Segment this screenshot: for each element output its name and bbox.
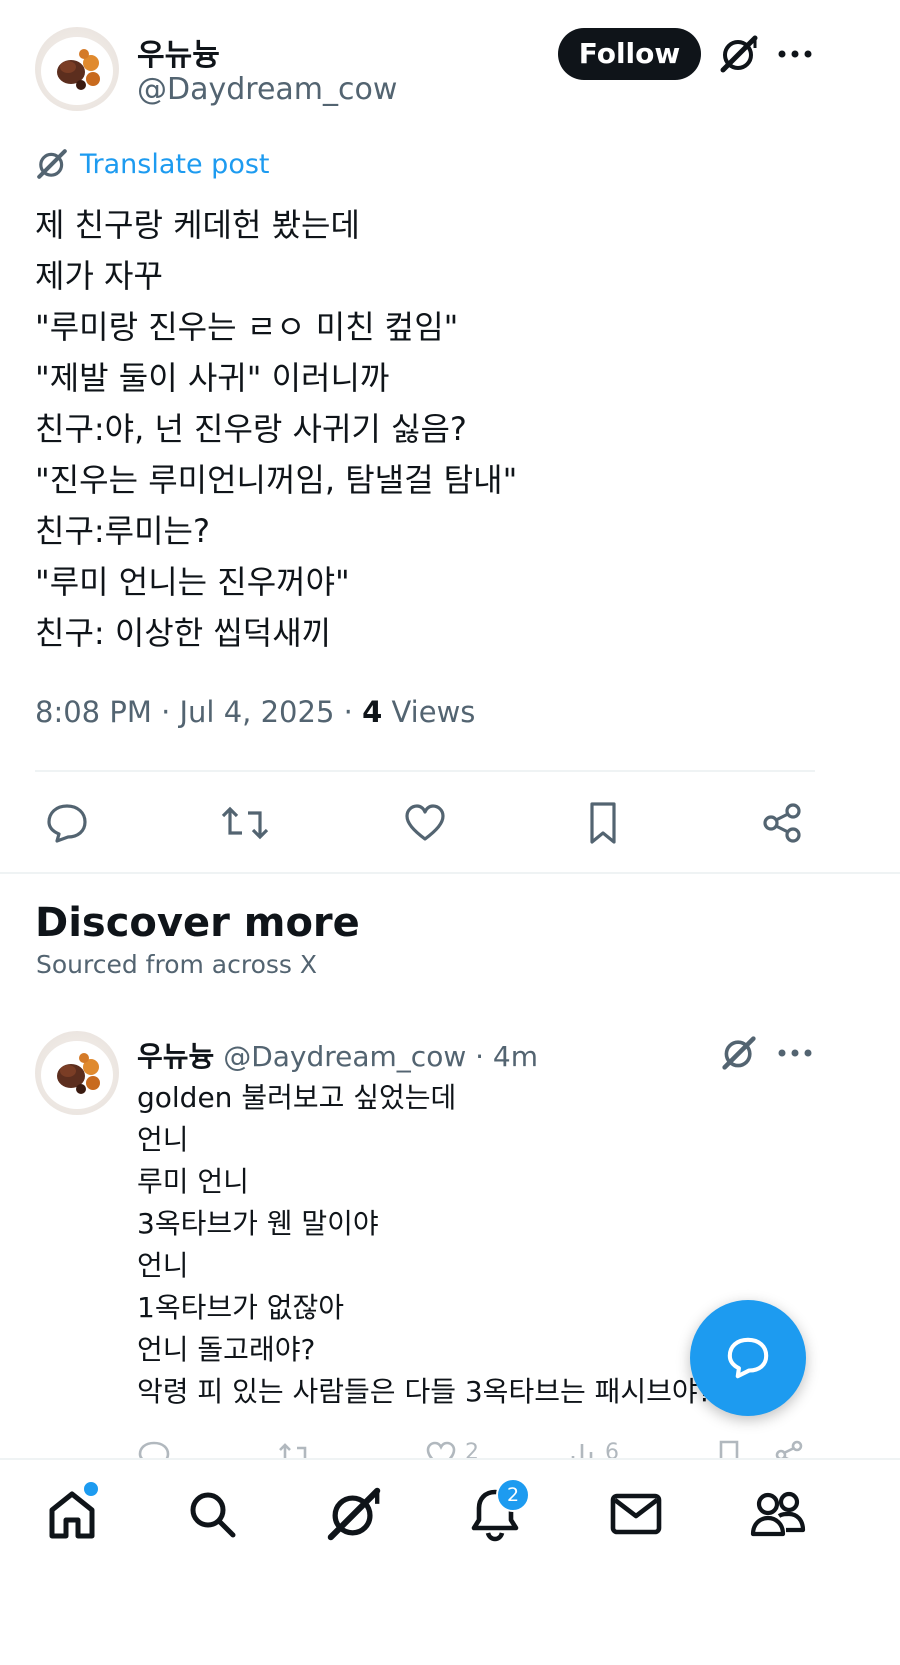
- section-divider: [0, 872, 900, 874]
- reply-time: · 4m: [466, 1040, 539, 1073]
- nav-search[interactable]: [180, 1482, 244, 1546]
- post-line: 제 친구랑 케데헌 봤는데: [35, 206, 360, 244]
- reply-author-avatar[interactable]: [35, 1031, 119, 1115]
- reply-grok-icon[interactable]: [718, 1034, 760, 1072]
- communities-icon: [750, 1491, 806, 1537]
- bottom-navigation: 2: [0, 1458, 900, 1665]
- reply-more-icon[interactable]: [775, 1036, 815, 1070]
- post-line: 제가 자꾸: [35, 257, 163, 295]
- notifications-badge: 2: [496, 1478, 530, 1512]
- search-icon: [190, 1492, 236, 1538]
- chat-bubble-icon: [723, 1333, 773, 1383]
- share-icon[interactable]: [757, 798, 807, 848]
- nav-communities[interactable]: [746, 1482, 810, 1546]
- divider: [35, 770, 815, 772]
- author-handle[interactable]: @Daydream_cow: [137, 72, 397, 107]
- post-timestamp[interactable]: 8:08 PM · Jul 4, 2025 ·: [35, 695, 362, 729]
- reply-author-name[interactable]: 우뉴늉: [137, 1040, 214, 1073]
- post-line: 친구: 이상한 씹덕새끼: [35, 614, 332, 652]
- reply-author-handle[interactable]: @Daydream_cow: [223, 1040, 466, 1073]
- reply-line: 1옥타브가 없잖아: [137, 1291, 345, 1324]
- home-unread-dot: [82, 1480, 100, 1498]
- nav-grok[interactable]: [322, 1482, 386, 1546]
- translate-icon: [36, 148, 68, 180]
- translate-post-link[interactable]: Translate post: [36, 148, 270, 180]
- compose-reply-button[interactable]: [690, 1300, 806, 1416]
- post-line: 친구:루미는?: [35, 512, 210, 550]
- post-line: "루미 언니는 진우꺼야": [35, 563, 350, 601]
- post-line: "루미랑 진우는 ㄹㅇ 미친 컾임": [35, 308, 459, 346]
- messages-icon: [610, 1493, 662, 1535]
- grok-icon: [327, 1487, 381, 1541]
- like-icon[interactable]: [400, 798, 450, 848]
- repost-icon[interactable]: [219, 798, 271, 848]
- bookmark-icon[interactable]: [578, 798, 628, 848]
- grok-icon[interactable]: [716, 34, 762, 74]
- views-label: Views: [382, 695, 476, 729]
- author-name[interactable]: 우뉴늉: [137, 30, 220, 74]
- discover-title: Discover more: [35, 900, 360, 946]
- more-options-icon[interactable]: [775, 36, 815, 72]
- author-avatar[interactable]: [35, 27, 119, 111]
- post-line: "진우는 루미언니꺼임, 탐낼걸 탐내": [35, 461, 518, 499]
- reply-line: golden 불러보고 싶었는데: [137, 1081, 457, 1114]
- post-body: 제 친구랑 케데헌 봤는데 제가 자꾸 "루미랑 진우는 ㄹㅇ 미친 컾임" "…: [35, 200, 517, 659]
- post-line: 친구:야, 넌 진우랑 사귀기 싫음?: [35, 410, 467, 448]
- reply-body: golden 불러보고 싶었는데 언니 루미 언니 3옥타브가 웬 말이야 언니…: [137, 1077, 713, 1413]
- translate-label: Translate post: [80, 148, 270, 180]
- discover-subtitle: Sourced from across X: [36, 950, 318, 979]
- nav-messages[interactable]: [604, 1482, 668, 1546]
- views-count: 4: [362, 695, 383, 729]
- reply-header: 우뉴늉 @Daydream_cow · 4m: [137, 1035, 538, 1075]
- reply-line: 루미 언니: [137, 1165, 249, 1198]
- follow-button[interactable]: Follow: [558, 28, 701, 80]
- reply-line: 악령 피 있는 사람들은 다들 3옥타브는 패시브야?: [137, 1375, 713, 1408]
- reply-line: 3옥타브가 웬 말이야: [137, 1207, 379, 1240]
- post-meta: 8:08 PM · Jul 4, 2025 · 4 Views: [35, 695, 475, 729]
- reply-icon[interactable]: [42, 798, 92, 848]
- reply-line: 언니 돌고래야?: [137, 1333, 316, 1366]
- reply-line: 언니: [137, 1123, 189, 1156]
- reply-line: 언니: [137, 1249, 189, 1282]
- post-line: "제발 둘이 사귀" 이러니까: [35, 359, 390, 397]
